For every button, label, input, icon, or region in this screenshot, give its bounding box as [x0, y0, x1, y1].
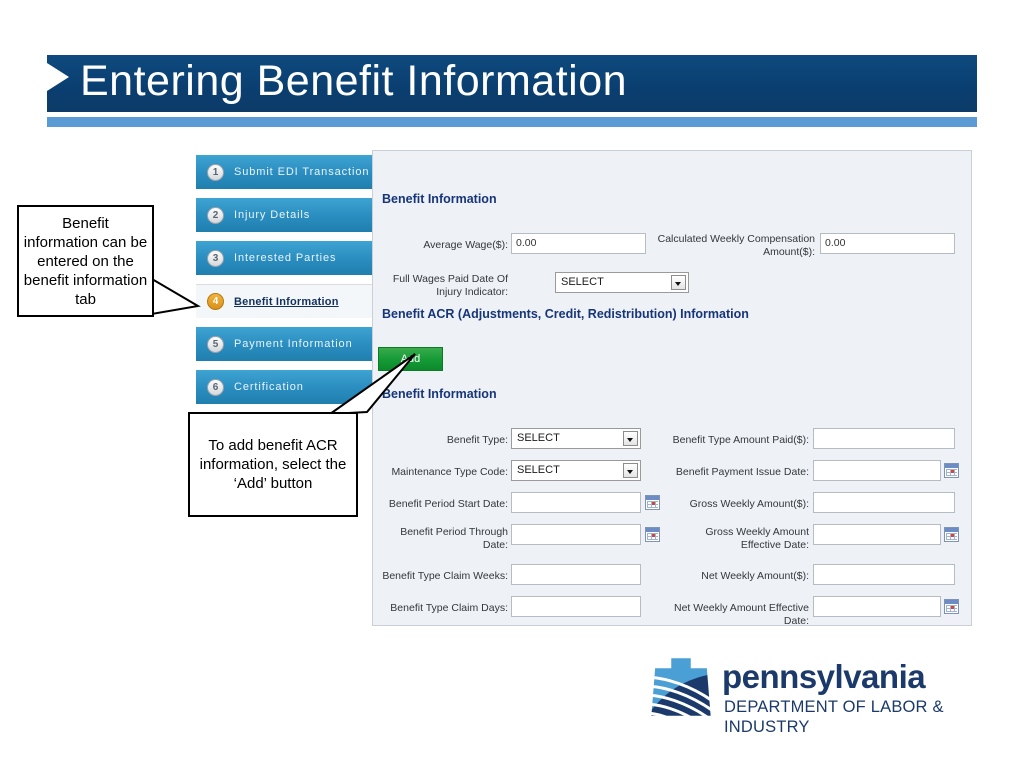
gross-weekly-amount-effective-date-input[interactable] — [813, 524, 941, 545]
section-heading-benefit-information-top: Benefit Information — [382, 192, 497, 206]
callout-benefit-information-tab: Benefit information can be entered on th… — [17, 205, 154, 317]
calendar-header — [945, 600, 958, 604]
benefit-information-form-panel: Benefit Information Average Wage($): 0.0… — [372, 150, 972, 626]
sidebar-item-label: Payment Information — [234, 338, 353, 350]
benefit-type-select[interactable]: SELECT — [511, 428, 641, 449]
calculated-weekly-compensation-label: Calculated Weekly Compensation Amount($)… — [657, 233, 815, 258]
calendar-marker — [951, 470, 954, 473]
net-weekly-amount-label: Net Weekly Amount($): — [701, 570, 809, 582]
benefit-type-claim-weeks-input[interactable] — [511, 564, 641, 585]
sidebar-item-label: Injury Details — [234, 209, 311, 221]
calendar-marker — [951, 534, 954, 537]
sidebar-item-submit-edi-transaction[interactable]: 1 Submit EDI Transaction — [196, 155, 372, 191]
calendar-header — [945, 464, 958, 468]
calendar-icon[interactable] — [944, 463, 959, 478]
gross-weekly-amount-input[interactable] — [813, 492, 955, 513]
section-heading-benefit-acr: Benefit ACR (Adjustments, Credit, Redist… — [382, 307, 749, 321]
benefit-type-claim-days-label: Benefit Type Claim Days: — [390, 602, 508, 614]
keystone-icon — [648, 655, 714, 719]
benefit-type-claim-days-input[interactable] — [511, 596, 641, 617]
callout-text: To add benefit ACR information, select t… — [199, 437, 347, 492]
sidebar-item-label: Benefit Information — [234, 295, 339, 308]
benefit-payment-issue-date-input[interactable] — [813, 460, 941, 481]
average-wage-label: Average Wage($): — [423, 239, 508, 251]
callout-text: Benefit information can be entered on th… — [23, 214, 148, 308]
calendar-header — [945, 528, 958, 532]
net-weekly-amount-input[interactable] — [813, 564, 955, 585]
calendar-icon[interactable] — [645, 527, 660, 542]
step-number-badge: 1 — [207, 163, 224, 181]
calculated-weekly-compensation-input[interactable]: 0.00 — [820, 233, 955, 254]
benefit-payment-issue-date-label: Benefit Payment Issue Date: — [675, 466, 809, 478]
page-title: Entering Benefit Information — [80, 57, 628, 105]
chevron-down-icon[interactable] — [671, 275, 686, 290]
chevron-down-icon[interactable] — [623, 431, 638, 446]
calendar-marker — [951, 606, 954, 609]
maintenance-type-code-select[interactable]: SELECT — [511, 460, 641, 481]
calendar-header — [646, 496, 659, 500]
sidebar-item-interested-parties[interactable]: 3 Interested Parties — [196, 241, 372, 277]
callout-add-button: To add benefit ACR information, select t… — [188, 412, 358, 517]
benefit-type-label: Benefit Type: — [446, 434, 508, 446]
arrow-marker-icon — [47, 63, 69, 91]
pennsylvania-logo: pennsylvania DEPARTMENT OF LABOR & INDUS… — [648, 655, 968, 736]
select-value: SELECT — [517, 464, 560, 476]
benefit-period-through-date-label: Benefit Period Through Date: — [400, 526, 508, 551]
sidebar-item-benefit-information[interactable]: 4 Benefit Information — [196, 284, 372, 320]
chevron-down-icon[interactable] — [623, 463, 638, 478]
calendar-icon[interactable] — [944, 599, 959, 614]
logo-subtitle: DEPARTMENT OF LABOR & INDUSTRY — [724, 698, 944, 736]
step-number-badge: 5 — [207, 335, 224, 353]
gross-weekly-amount-label: Gross Weekly Amount($): — [689, 498, 809, 510]
benefit-period-through-date-input[interactable] — [511, 524, 641, 545]
maintenance-type-code-label: Maintenance Type Code: — [391, 466, 508, 478]
step-number-badge: 3 — [207, 249, 224, 267]
full-wages-paid-indicator-select[interactable]: SELECT — [555, 272, 689, 293]
benefit-type-amount-paid-input[interactable] — [813, 428, 955, 449]
step-number-badge: 6 — [207, 378, 224, 396]
select-value: SELECT — [517, 432, 560, 444]
calendar-marker — [652, 534, 655, 537]
calendar-marker — [652, 502, 655, 505]
calendar-icon[interactable] — [944, 527, 959, 542]
average-wage-input[interactable]: 0.00 — [511, 233, 646, 254]
calendar-header — [646, 528, 659, 532]
full-wages-paid-indicator-label: Full Wages Paid Date Of Injury Indicator… — [392, 273, 508, 298]
benefit-type-amount-paid-label: Benefit Type Amount Paid($): — [672, 434, 809, 446]
benefit-period-start-date-label: Benefit Period Start Date: — [388, 498, 508, 510]
sidebar-item-label: Submit EDI Transaction — [234, 166, 370, 178]
benefit-period-start-date-input[interactable] — [511, 492, 641, 513]
step-number-badge: 2 — [207, 206, 224, 224]
select-value: SELECT — [561, 276, 604, 288]
title-underline-bar — [47, 117, 977, 127]
sidebar-item-injury-details[interactable]: 2 Injury Details — [196, 198, 372, 234]
calendar-icon[interactable] — [645, 495, 660, 510]
logo-wordmark: pennsylvania — [722, 658, 926, 695]
net-weekly-amount-effective-date-label: Net Weekly Amount Effective Date: — [673, 602, 809, 626]
benefit-type-claim-weeks-label: Benefit Type Claim Weeks: — [382, 570, 508, 582]
slide-title-banner: Entering Benefit Information — [47, 55, 977, 112]
sidebar-item-label: Interested Parties — [234, 252, 337, 264]
gross-weekly-amount-effective-date-label: Gross Weekly Amount Effective Date: — [705, 526, 809, 551]
net-weekly-amount-effective-date-input[interactable] — [813, 596, 941, 617]
